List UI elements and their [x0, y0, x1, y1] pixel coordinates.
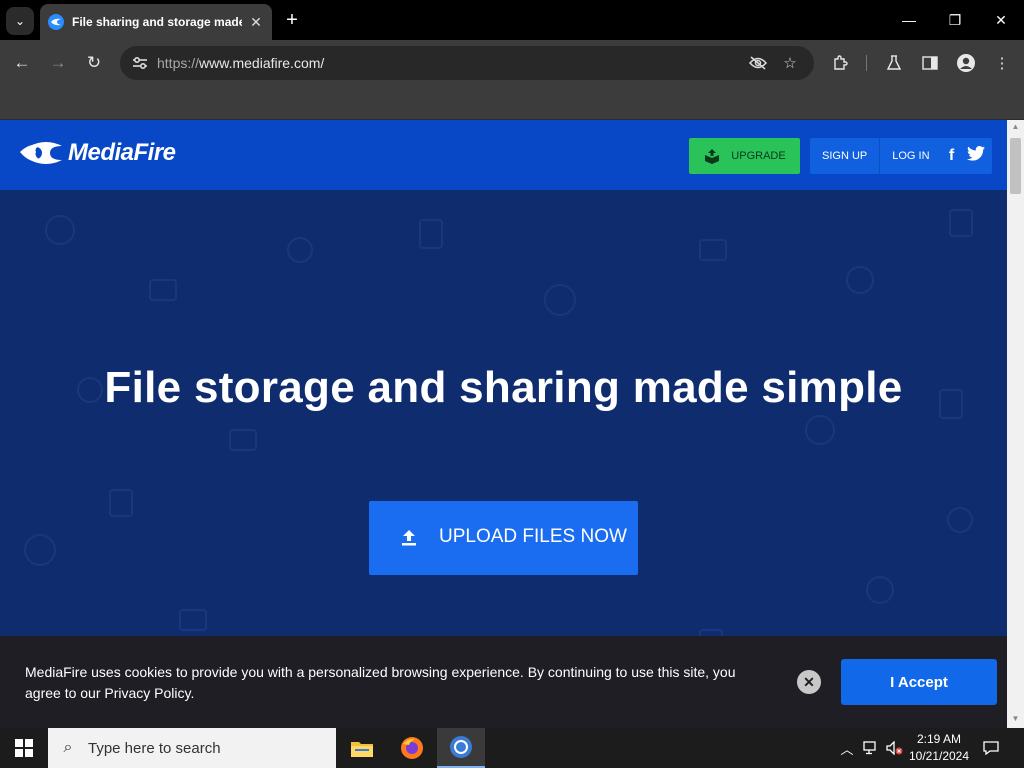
auth-group: SIGN UP LOG IN f — [810, 138, 992, 174]
forward-icon[interactable]: → — [44, 49, 72, 77]
taskbar-clock[interactable]: 2:19 AM 10/21/2024 — [905, 731, 973, 765]
labs-icon[interactable] — [880, 49, 908, 77]
upload-icon — [402, 530, 416, 546]
toolbar-divider — [866, 55, 867, 71]
site-header: MediaFire UPGRADE SIGN UP LOG IN f — [0, 120, 1007, 190]
chevron-up-icon[interactable]: ︿ — [837, 738, 857, 758]
mediafire-favicon-icon — [48, 14, 64, 30]
extensions-icon[interactable] — [826, 49, 854, 77]
chrome-icon[interactable] — [437, 728, 485, 768]
tab-title: File sharing and storage made simple — [72, 15, 242, 29]
search-placeholder: Type here to search — [88, 739, 221, 757]
tab-strip: ⌄ File sharing and storage made simple ✕… — [0, 0, 1024, 40]
reload-icon[interactable]: ↻ — [80, 49, 108, 77]
windows-icon[interactable] — [0, 728, 48, 768]
url-scheme: https:// — [157, 55, 200, 71]
clock-date: 10/21/2024 — [908, 749, 970, 763]
site-info-icon[interactable] — [128, 51, 152, 75]
facebook-icon[interactable]: f — [942, 147, 962, 165]
windows-taskbar: ⌕ Type here to search ︿ 2:19 AM 10/21/20… — [0, 728, 1024, 768]
hero-title: File storage and sharing made simple — [104, 363, 903, 412]
page-scrollbar[interactable]: ▲ ▼ — [1007, 120, 1024, 728]
scroll-down-icon[interactable]: ▼ — [1007, 714, 1024, 726]
search-icon: ⌕ — [63, 739, 73, 756]
tab-mediafire[interactable]: File sharing and storage made simple ✕ — [40, 4, 272, 40]
web-page: MediaFire UPGRADE SIGN UP LOG IN f File … — [0, 120, 1007, 728]
back-icon[interactable]: ← — [8, 49, 36, 77]
bookmarks-bar — [0, 86, 1024, 120]
accept-cookies-button[interactable]: I Accept — [841, 659, 997, 705]
tab-close-icon[interactable]: ✕ — [248, 14, 264, 31]
scroll-up-icon[interactable]: ▲ — [1007, 122, 1024, 134]
network-icon[interactable] — [861, 738, 881, 758]
taskbar-search-input[interactable]: ⌕ Type here to search — [48, 728, 336, 768]
new-tab-button[interactable]: + — [280, 8, 304, 32]
tab-search-icon[interactable]: ⌄ — [6, 7, 34, 35]
upgrade-button[interactable]: UPGRADE — [689, 138, 800, 174]
eye-off-icon[interactable] — [746, 51, 770, 75]
upgrade-icon — [705, 149, 720, 164]
clock-time: 2:19 AM — [916, 732, 962, 746]
close-window-button[interactable]: ✕ — [978, 6, 1024, 34]
twitter-icon[interactable] — [966, 146, 986, 166]
notification-icon[interactable] — [981, 738, 1001, 758]
cookie-close-icon[interactable]: ✕ — [797, 670, 821, 694]
restore-button[interactable]: ❐ — [932, 6, 978, 34]
upload-files-button[interactable]: UPLOAD FILES NOW — [369, 501, 638, 575]
volume-muted-icon[interactable] — [885, 738, 905, 758]
logo-text: MediaFire — [68, 139, 176, 166]
mediafire-flame-icon — [20, 142, 62, 164]
menu-icon[interactable]: ⋮ — [988, 49, 1016, 77]
firefox-icon[interactable] — [388, 728, 436, 768]
upload-label: UPLOAD FILES NOW — [439, 526, 627, 547]
log-in-link[interactable]: LOG IN — [880, 138, 941, 174]
upgrade-label: UPGRADE — [731, 150, 786, 162]
sign-up-link[interactable]: SIGN UP — [810, 138, 879, 174]
url-text[interactable]: https://www.mediafire.com/ — [157, 55, 324, 71]
browser-toolbar: ← → ↻ https://www.mediafire.com/ ☆ ⋮ — [0, 40, 1024, 86]
mediafire-logo[interactable]: MediaFire — [20, 139, 176, 167]
star-icon[interactable]: ☆ — [778, 51, 802, 75]
file-explorer-icon[interactable] — [338, 728, 386, 768]
url-host: www.mediafire.com/ — [199, 55, 325, 71]
address-bar[interactable]: https://www.mediafire.com/ ☆ — [120, 46, 814, 80]
cookie-message: MediaFire uses cookies to provide you wi… — [25, 664, 736, 701]
side-panel-icon[interactable] — [916, 49, 944, 77]
cookie-banner: MediaFire uses cookies to provide you wi… — [0, 636, 1007, 728]
scroll-thumb[interactable] — [1010, 138, 1021, 194]
minimize-button[interactable]: — — [886, 6, 932, 34]
profile-icon[interactable] — [952, 49, 980, 77]
